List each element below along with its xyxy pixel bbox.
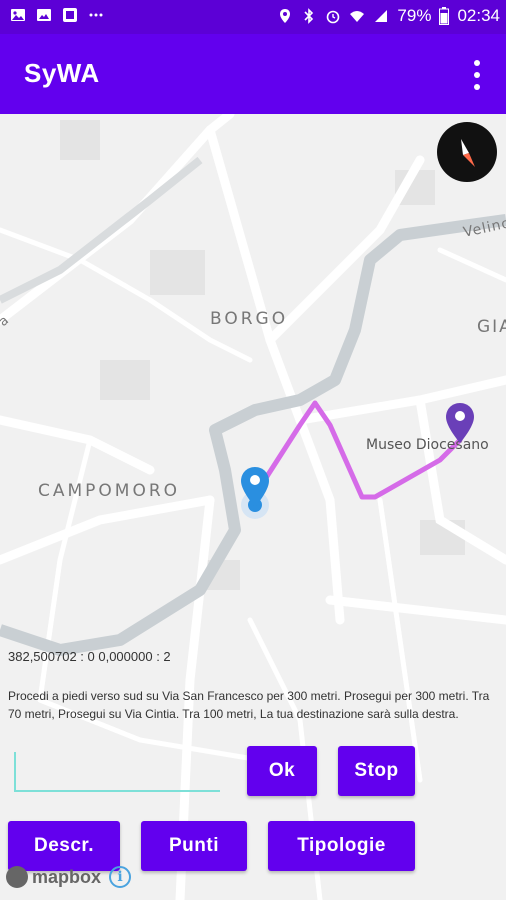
app-bar: SyWA — [0, 34, 506, 114]
battery-percent: 79% — [397, 6, 432, 25]
navigation-instructions: Procedi a piedi verso sud su Via San Fra… — [8, 689, 490, 721]
battery-icon — [439, 7, 450, 25]
clock: 02:34 — [457, 6, 500, 25]
location-icon — [280, 9, 291, 23]
map-label-borgo: BORGO — [210, 309, 289, 329]
map-view[interactable]: BORGO CAMPOMORO Museo Diocesano Velino G… — [0, 114, 506, 900]
info-icon[interactable]: i — [109, 866, 132, 888]
gallery-icon — [37, 9, 51, 21]
tipologie-button[interactable]: Tipologie — [268, 821, 415, 871]
more-dots-icon — [89, 13, 103, 17]
coords-readout: 382,500702 : 0 0,000000 : 2 — [8, 649, 171, 664]
app-title: SyWA — [24, 58, 100, 88]
destination-marker-icon[interactable] — [445, 402, 475, 444]
alarm-icon — [327, 10, 340, 24]
wifi-icon — [350, 11, 365, 22]
signal-icon — [375, 10, 388, 22]
descr-button[interactable]: Descr. — [8, 821, 120, 871]
mapbox-logo-icon — [6, 866, 28, 888]
image-icon — [11, 9, 25, 21]
status-bar: 79% 02:34 — [0, 0, 506, 34]
overflow-menu-icon[interactable] — [470, 60, 484, 90]
punti-button[interactable]: Punti — [141, 821, 247, 871]
status-left-icons — [10, 7, 104, 23]
compass-icon[interactable] — [437, 122, 497, 182]
stop-button[interactable]: Stop — [338, 746, 415, 796]
bluetooth-icon — [304, 8, 314, 24]
status-right: 79% 02:34 — [277, 6, 500, 26]
mapbox-logo: mapbox — [6, 866, 101, 888]
start-location-marker-icon[interactable] — [240, 466, 270, 508]
text-input[interactable] — [14, 752, 220, 792]
ok-button[interactable]: Ok — [247, 746, 317, 796]
map-attribution: mapbox i — [6, 866, 132, 888]
map-label-campomoro: CAMPOMORO — [38, 481, 181, 501]
map-label-gia: GIA — [477, 317, 506, 337]
office-icon — [63, 8, 77, 22]
